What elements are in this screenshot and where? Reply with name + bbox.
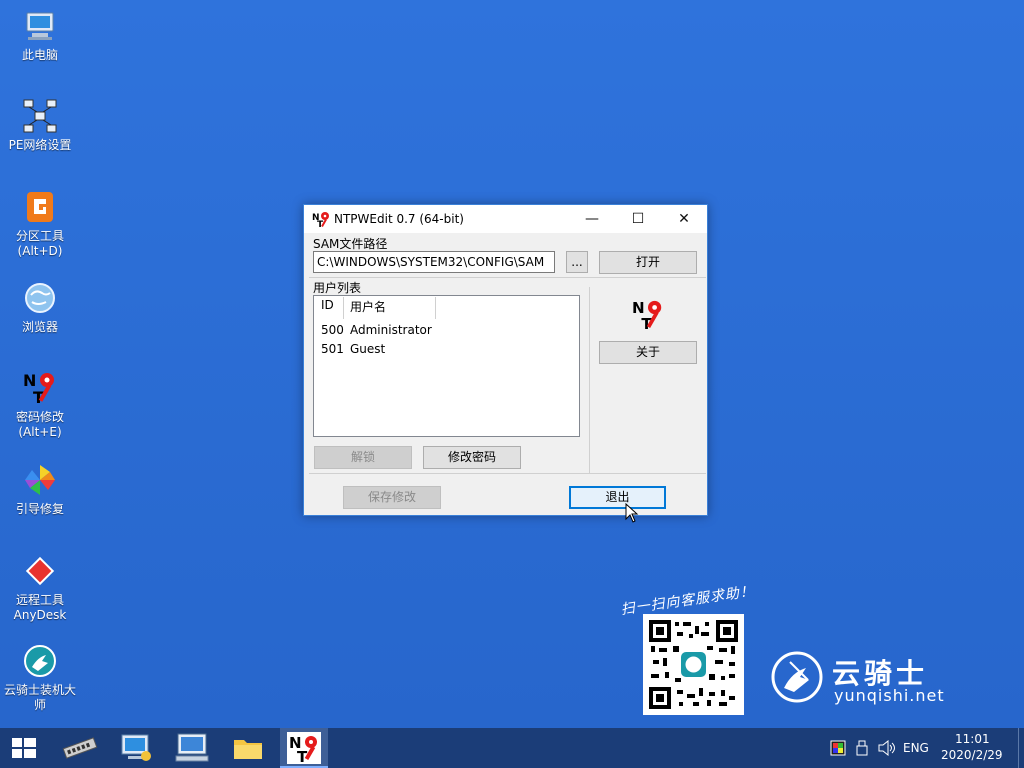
language-indicator[interactable]: ENG <box>903 741 929 755</box>
user-row-name[interactable]: Guest <box>350 342 385 356</box>
maximize-button[interactable]: ☐ <box>615 205 661 233</box>
mouse-cursor-icon <box>625 502 639 523</box>
column-header-username[interactable]: 用户名 <box>350 298 386 315</box>
desktop-icon-pe-network[interactable]: PE网络设置 <box>0 98 80 153</box>
desktop-icon-partition-tool[interactable]: 分区工具 (Alt+D) <box>0 189 80 259</box>
column-header-id[interactable]: ID <box>321 298 334 312</box>
user-row-id[interactable]: 501 <box>321 342 344 356</box>
anydesk-icon <box>22 553 58 589</box>
taskbar-app-disk[interactable] <box>56 728 104 768</box>
close-button[interactable]: ✕ <box>661 205 707 233</box>
desktop-icon-this-pc[interactable]: 此电脑 <box>0 8 80 63</box>
desktop-icon-password-edit[interactable]: NT 密码修改 (Alt+E) <box>0 370 80 440</box>
show-desktop-button[interactable] <box>1018 728 1024 768</box>
taskbar-app-computer-management[interactable] <box>168 728 216 768</box>
desktop: 此电脑 PE网络设置 分区工具 (Alt+D) 浏览器 NT 密码修改 (Alt… <box>0 0 1024 728</box>
brand-url: yunqishi.net <box>834 686 945 705</box>
computer-icon <box>22 8 58 44</box>
desktop-icon-label: PE网络设置 <box>8 138 72 152</box>
desktop-icon-label: 引导修复 <box>15 502 64 516</box>
clock-date[interactable]: 2020/2/29 <box>941 748 1003 762</box>
unlock-button[interactable]: 解锁 <box>314 446 412 469</box>
user-row-id[interactable]: 500 <box>321 323 344 337</box>
header-divider <box>343 297 344 319</box>
save-changes-button[interactable]: 保存修改 <box>343 486 441 509</box>
change-password-button[interactable]: 修改密码 <box>423 446 521 469</box>
color-tray-icon[interactable] <box>830 740 846 759</box>
ntpwedit-window: NT NTPWEdit 0.7 (64-bit) — ☐ ✕ SAM文件路径 C… <box>303 204 708 516</box>
title-bar[interactable]: NT NTPWEdit 0.7 (64-bit) — ☐ ✕ <box>304 205 707 233</box>
users-group-label: 用户列表 <box>313 281 362 295</box>
desktop-icon-yunqishi[interactable]: 云骑士装机大 师 <box>0 643 80 713</box>
desktop-icon-label: 密码修改 (Alt+E) <box>15 410 64 439</box>
desktop-icon-boot-repair[interactable]: 引导修复 <box>0 462 80 517</box>
exit-button[interactable]: 退出 <box>569 486 666 509</box>
divider <box>589 287 590 473</box>
desktop-icon-label: 浏览器 <box>21 320 58 334</box>
taskbar-app-ntpwedit[interactable]: NT <box>280 728 328 768</box>
clock-time[interactable]: 11:01 <box>955 732 990 746</box>
usb-tray-icon[interactable] <box>856 740 868 759</box>
browse-button[interactable]: ... <box>566 251 588 273</box>
user-list[interactable]: ID 用户名 500 Administrator 501 Guest <box>313 295 580 437</box>
network-icon <box>22 98 58 134</box>
divider <box>309 473 706 474</box>
desktop-icon-anydesk[interactable]: 远程工具 AnyDesk <box>0 553 80 623</box>
desktop-icon-label: 云骑士装机大 师 <box>3 683 76 712</box>
diskgenius-icon <box>22 189 58 225</box>
promo-scan-text: 扫一扫向客服求助！ <box>619 583 756 619</box>
ntpwedit-logo: NT <box>631 298 665 333</box>
ntpwedit-icon: NT <box>22 370 58 407</box>
desktop-icon-label: 此电脑 <box>21 48 58 62</box>
minimize-button[interactable]: — <box>569 205 615 233</box>
desktop-icon-label: 分区工具 (Alt+D) <box>15 229 64 258</box>
volume-tray-icon[interactable] <box>877 739 897 759</box>
start-button[interactable] <box>0 728 48 768</box>
yunqishi-icon <box>22 643 58 679</box>
open-button[interactable]: 打开 <box>599 251 697 274</box>
desktop-icon-browser[interactable]: 浏览器 <box>0 280 80 335</box>
browser-icon <box>22 280 58 316</box>
taskbar-app-network-computer[interactable] <box>112 728 160 768</box>
ntpwedit-icon: NT <box>312 211 330 230</box>
taskbar: NT ENG 11:01 2020/2/29 <box>0 728 1024 768</box>
window-title: NTPWEdit 0.7 (64-bit) <box>334 212 464 226</box>
sam-group-label: SAM文件路径 <box>313 237 388 251</box>
desktop-icon-label: 远程工具 AnyDesk <box>13 593 67 622</box>
taskbar-app-explorer[interactable] <box>224 728 272 768</box>
brand-logo-icon <box>770 650 824 704</box>
header-divider <box>435 297 436 319</box>
user-row-name[interactable]: Administrator <box>350 323 432 337</box>
divider <box>309 277 706 278</box>
pinwheel-icon <box>22 462 58 498</box>
qr-code <box>643 614 744 715</box>
sam-path-field[interactable]: C:\WINDOWS\SYSTEM32\CONFIG\SAM <box>313 251 555 273</box>
about-button[interactable]: 关于 <box>599 341 697 364</box>
